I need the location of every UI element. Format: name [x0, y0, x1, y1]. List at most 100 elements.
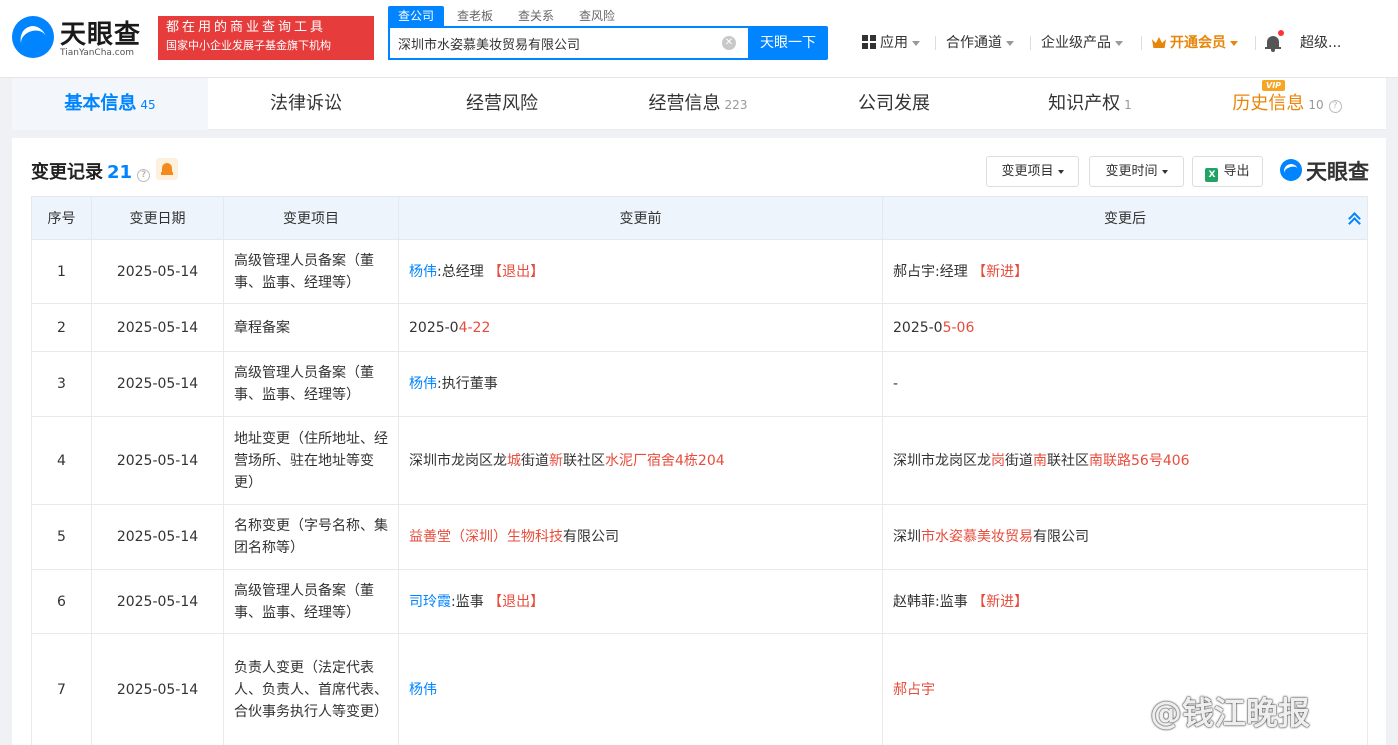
search-tab-risk[interactable]: 查风险	[579, 6, 615, 26]
nav-vip[interactable]: 开通会员	[1152, 32, 1238, 54]
help-icon[interactable]: ?	[1328, 100, 1342, 113]
search-tab-relation[interactable]: 查关系	[518, 6, 554, 26]
col-header-date: 变更日期	[91, 196, 224, 240]
table-row: 3 2025-05-14 高级管理人员备案（董事、监事、经理等） 杨伟:执行董事 -	[31, 351, 1368, 417]
filter-time-label: 变更时间	[1105, 164, 1158, 179]
section-count: 21	[107, 162, 133, 183]
change-records-card: 变更记录 21? 变更项目 变更时间 X 导出 天眼查 序号 变更日期 变更项目 变…	[12, 138, 1386, 745]
nav-enterprise[interactable]: 企业级产品	[1041, 32, 1123, 54]
brand-text: 天眼查	[1306, 160, 1369, 184]
tab-basic-info[interactable]: 基本信息 45	[12, 78, 208, 130]
person-link[interactable]: 司玲霞	[409, 594, 451, 610]
change-text: 城	[507, 452, 521, 469]
col-header-item: 变更项目	[223, 196, 399, 240]
row-before: 2025-04-22	[398, 303, 883, 352]
table-row: 5 2025-05-14 名称变更（字号名称、集团名称等） 益善堂（深圳）生物科技有限…	[31, 504, 1368, 570]
table-row: 1 2025-05-14 高级管理人员备案（董事、监事、经理等） 杨伟:总经理 【退出…	[31, 239, 1368, 304]
tab-ip[interactable]: 知识产权 1	[992, 78, 1188, 130]
change-text: 2025-0	[893, 319, 943, 336]
tab-development[interactable]: 公司发展	[796, 78, 992, 130]
change-text: 5-06	[942, 319, 975, 336]
row-after: 深圳市水姿慕美妆贸易有限公司	[882, 504, 1368, 570]
export-button[interactable]: X 导出	[1192, 156, 1263, 187]
tab-operation[interactable]: 经营信息 223	[600, 78, 796, 130]
tab-label: 历史信息	[1232, 93, 1305, 114]
tab-legal[interactable]: 法律诉讼	[208, 78, 404, 130]
monitor-bell-icon[interactable]	[156, 158, 178, 180]
row-date: 2025-05-14	[91, 504, 224, 570]
row-no: 4	[31, 416, 92, 505]
collapse-up-icon[interactable]	[1347, 211, 1361, 225]
change-text: 南联路56号406	[1089, 452, 1190, 469]
vip-badge: VIP	[1262, 80, 1286, 91]
row-before: 益善堂（深圳）生物科技有限公司	[398, 504, 883, 570]
row-before: 司玲霞:监事 【退出】	[398, 569, 883, 634]
person-link[interactable]: 杨伟	[409, 682, 437, 698]
search-tab-boss[interactable]: 查老板	[457, 6, 493, 26]
row-item: 高级管理人员备案（董事、监事、经理等）	[223, 351, 399, 417]
tab-risk[interactable]: 经营风险	[404, 78, 600, 130]
help-icon[interactable]: ?	[137, 169, 151, 182]
filter-item-label: 变更项目	[1001, 164, 1054, 179]
row-no: 2	[31, 303, 92, 352]
tianyancha-logo[interactable]: 天眼查 TianYanCha.com	[12, 14, 152, 64]
logo-domain: TianYanCha.com	[60, 48, 135, 58]
crown-icon	[1152, 37, 1166, 48]
chevron-down-icon	[912, 40, 920, 46]
row-after: -	[882, 351, 1368, 417]
change-text: 有限公司	[563, 529, 619, 545]
change-text: :总经理	[437, 263, 489, 280]
change-text: 街道	[1005, 452, 1033, 469]
row-date: 2025-05-14	[91, 633, 224, 745]
tab-count: 45	[140, 98, 156, 112]
row-after: 赵韩菲:监事 【新进】	[882, 569, 1368, 634]
change-text: 联社区	[563, 452, 605, 469]
chevron-down-icon	[1057, 169, 1064, 174]
tab-count: 1	[1124, 98, 1132, 112]
notification-bell-icon[interactable]	[1265, 30, 1284, 52]
search-tab-company[interactable]: 查公司	[388, 6, 445, 26]
main-tabs: 基本信息 45 法律诉讼 经营风险 经营信息 223 公司发展 知识产权 1 VIP 历…	[12, 78, 1386, 130]
tab-label: 公司发展	[858, 93, 930, 114]
person-link[interactable]: 杨伟	[409, 376, 437, 392]
table-row: 6 2025-05-14 高级管理人员备案（董事、监事、经理等） 司玲霞:监事 【退出…	[31, 569, 1368, 634]
row-before: 杨伟:总经理 【退出】	[398, 239, 883, 304]
change-text: 深圳市龙岗区龙	[893, 452, 991, 469]
tab-label: 经营风险	[466, 93, 538, 114]
row-item: 名称变更（字号名称、集团名称等）	[223, 504, 399, 570]
clear-icon[interactable]: ✕	[722, 36, 736, 50]
table-row: 4 2025-05-14 地址变更（住所地址、经营场所、驻在地址等变更） 深圳市龙岗区…	[31, 416, 1368, 505]
divider	[1255, 36, 1256, 50]
filter-item-dropdown[interactable]: 变更项目	[986, 156, 1079, 187]
tab-count: 10	[1308, 98, 1324, 112]
nav-enterprise-label: 企业级产品	[1041, 35, 1111, 51]
col-header-after: 变更后	[882, 196, 1368, 240]
col-header-no: 序号	[31, 196, 92, 240]
nav-partner[interactable]: 合作通道	[946, 32, 1014, 54]
watermark: @钱江晚报	[1150, 694, 1311, 732]
row-no: 3	[31, 351, 92, 417]
slogan-banner[interactable]: 都在用的商业查询工具 国家中小企业发展子基金旗下机构	[158, 16, 374, 60]
nav-apps[interactable]: 应用	[862, 32, 920, 54]
slogan-line1: 都在用的商业查询工具	[166, 20, 327, 35]
filter-time-dropdown[interactable]: 变更时间	[1089, 156, 1184, 187]
person-link[interactable]: 杨伟	[409, 264, 437, 280]
top-header: 天眼查 TianYanCha.com 都在用的商业查询工具 国家中小企业发展子基…	[0, 0, 1398, 78]
change-text: 新	[549, 452, 563, 469]
tab-label: 经营信息	[648, 93, 721, 114]
search-button[interactable]: 天眼一下	[748, 26, 828, 60]
change-text: :执行董事	[437, 376, 498, 392]
row-item: 负责人变更（法定代表人、负责人、首席代表、合伙事务执行人等变更）	[223, 633, 399, 745]
search-input[interactable]	[390, 28, 710, 58]
user-menu[interactable]: 超级...	[1300, 32, 1341, 54]
row-before: 杨伟	[398, 633, 883, 745]
row-item: 高级管理人员备案（董事、监事、经理等）	[223, 239, 399, 304]
slogan-line2: 国家中小企业发展子基金旗下机构	[166, 39, 331, 52]
section-title: 变更记录 21?	[31, 158, 151, 184]
col-header-after-label: 变更后	[1104, 211, 1146, 227]
change-text: 【退出】	[488, 593, 545, 610]
row-no: 7	[31, 633, 92, 745]
change-text: 街道	[521, 452, 549, 469]
row-before: 杨伟:执行董事	[398, 351, 883, 417]
tab-history[interactable]: VIP 历史信息 10?	[1188, 78, 1386, 130]
